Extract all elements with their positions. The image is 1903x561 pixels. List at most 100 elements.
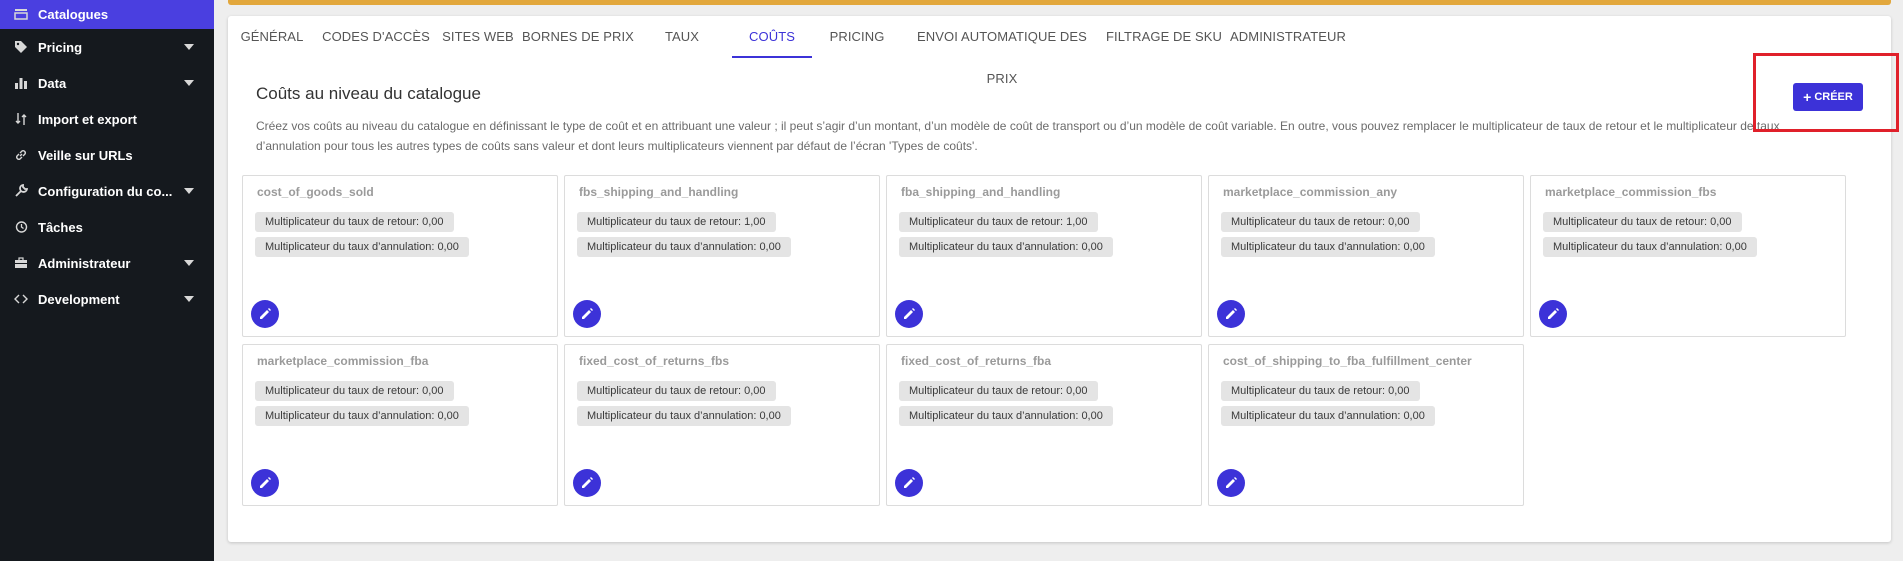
cancel-rate-chip: Multiplicateur du taux d’annulation: 0,0… xyxy=(1543,237,1757,257)
cost-card-title: cost_of_goods_sold xyxy=(257,185,374,199)
cost-card-title: cost_of_shipping_to_fba_fulfillment_cent… xyxy=(1223,354,1472,368)
chevron-down-icon xyxy=(184,260,194,266)
sidebar-item-import-export[interactable]: Import et export xyxy=(0,101,214,137)
return-rate-chip: Multiplicateur du taux de retour: 1,00 xyxy=(899,212,1098,232)
pencil-icon xyxy=(1548,308,1559,319)
section-title: Coûts au niveau du catalogue xyxy=(256,84,481,103)
cancel-rate-chip: Multiplicateur du taux d’annulation: 0,0… xyxy=(1221,406,1435,426)
cost-card-title: marketplace_commission_fba xyxy=(257,354,429,368)
sidebar-item-data[interactable]: Data xyxy=(0,65,214,101)
sidebar-item-label: Catalogues xyxy=(38,6,109,22)
sidebar-item-catalogues[interactable]: Catalogues xyxy=(0,0,214,29)
wrench-icon xyxy=(14,184,28,198)
return-rate-chip: Multiplicateur du taux de retour: 0,00 xyxy=(1221,381,1420,401)
main-card: GÉNÉRAL CODES D'ACCÈS SITES WEB BORNES D… xyxy=(228,16,1899,542)
edit-button[interactable] xyxy=(573,469,601,497)
cost-card-title: fba_shipping_and_handling xyxy=(901,185,1061,199)
tab-general[interactable]: GÉNÉRAL xyxy=(228,16,316,58)
cost-card-title: fbs_shipping_and_handling xyxy=(579,185,739,199)
sidebar-item-label: Tâches xyxy=(38,219,83,235)
edit-button[interactable] xyxy=(1217,469,1245,497)
tab-taux[interactable]: TAUX xyxy=(636,16,728,58)
tab-bornes-de-prix[interactable]: BORNES DE PRIX xyxy=(520,16,636,58)
tab-couts[interactable]: COÛTS xyxy=(732,16,812,58)
pencil-icon xyxy=(582,477,593,488)
sidebar-item-taches[interactable]: Tâches xyxy=(0,209,214,245)
cost-card: cost_of_goods_sold Multiplicateur du tau… xyxy=(242,175,558,337)
active-tab-indicator xyxy=(732,56,812,58)
sidebar-item-label: Development xyxy=(38,291,120,307)
sidebar-item-configuration[interactable]: Configuration du co... xyxy=(0,173,214,209)
edit-button[interactable] xyxy=(895,300,923,328)
sidebar-item-label: Configuration du co... xyxy=(38,183,173,199)
tab-pricing[interactable]: PRICING xyxy=(812,16,902,58)
tab-administrateur[interactable]: ADMINISTRATEUR xyxy=(1226,16,1350,58)
top-accent-strip xyxy=(228,0,1891,5)
cost-card: marketplace_commission_fbs Multiplicateu… xyxy=(1530,175,1846,337)
sidebar-item-administrateur[interactable]: Administrateur xyxy=(0,245,214,281)
catalog-icon xyxy=(14,7,28,21)
tab-sites-web[interactable]: SITES WEB xyxy=(436,16,520,58)
cost-card: marketplace_commission_any Multiplicateu… xyxy=(1208,175,1524,337)
cost-card: fba_shipping_and_handling Multiplicateur… xyxy=(886,175,1202,337)
sidebar-item-development[interactable]: Development xyxy=(0,281,214,317)
link-icon xyxy=(14,148,28,162)
pencil-icon xyxy=(582,308,593,319)
edit-button[interactable] xyxy=(1539,300,1567,328)
sidebar-item-label: Data xyxy=(38,75,67,91)
tab-filtrage-sku[interactable]: FILTRAGE DE SKU xyxy=(1102,16,1226,58)
cancel-rate-chip: Multiplicateur du taux d’annulation: 0,0… xyxy=(899,406,1113,426)
cancel-rate-chip: Multiplicateur du taux d’annulation: 0,0… xyxy=(577,406,791,426)
cancel-rate-chip: Multiplicateur du taux d’annulation: 0,0… xyxy=(899,237,1113,257)
tab-envoi-automatique[interactable]: ENVOI AUTOMATIQUE DES PRIX xyxy=(902,16,1102,86)
cost-card-title: marketplace_commission_fbs xyxy=(1545,185,1717,199)
edit-button[interactable] xyxy=(573,300,601,328)
edit-button[interactable] xyxy=(251,300,279,328)
toolbox-icon xyxy=(14,256,28,270)
cost-card: fixed_cost_of_returns_fbs Multiplicateur… xyxy=(564,344,880,506)
cancel-rate-chip: Multiplicateur du taux d’annulation: 0,0… xyxy=(1221,237,1435,257)
edit-button[interactable] xyxy=(251,469,279,497)
tab-codes-acces[interactable]: CODES D'ACCÈS xyxy=(316,16,436,58)
chevron-down-icon xyxy=(184,44,194,50)
bar-chart-icon xyxy=(14,76,28,90)
sidebar-item-label: Administrateur xyxy=(38,255,131,271)
chevron-down-icon xyxy=(184,296,194,302)
history-icon xyxy=(14,220,28,234)
cost-card: fbs_shipping_and_handling Multiplicateur… xyxy=(564,175,880,337)
edit-button[interactable] xyxy=(895,469,923,497)
cost-card: cost_of_shipping_to_fba_fulfillment_cent… xyxy=(1208,344,1524,506)
edit-button[interactable] xyxy=(1217,300,1245,328)
pencil-icon xyxy=(1226,308,1237,319)
sidebar-item-label: Veille sur URLs xyxy=(38,147,133,163)
sidebar-item-label: Pricing xyxy=(38,39,83,55)
pencil-icon xyxy=(904,477,915,488)
return-rate-chip: Multiplicateur du taux de retour: 0,00 xyxy=(255,381,454,401)
pencil-icon xyxy=(260,477,271,488)
chevron-down-icon xyxy=(184,188,194,194)
return-rate-chip: Multiplicateur du taux de retour: 0,00 xyxy=(899,381,1098,401)
return-rate-chip: Multiplicateur du taux de retour: 0,00 xyxy=(577,381,776,401)
cost-card-title: marketplace_commission_any xyxy=(1223,185,1398,199)
return-rate-chip: Multiplicateur du taux de retour: 0,00 xyxy=(255,212,454,232)
import-export-icon xyxy=(14,112,28,126)
cancel-rate-chip: Multiplicateur du taux d’annulation: 0,0… xyxy=(255,237,469,257)
cost-card-title: fixed_cost_of_returns_fba xyxy=(901,354,1052,368)
cost-card-title: fixed_cost_of_returns_fbs xyxy=(579,354,730,368)
cost-card: fixed_cost_of_returns_fba Multiplicateur… xyxy=(886,344,1202,506)
cancel-rate-chip: Multiplicateur du taux d’annulation: 0,0… xyxy=(577,237,791,257)
pencil-icon xyxy=(1226,477,1237,488)
return-rate-chip: Multiplicateur du taux de retour: 0,00 xyxy=(1221,212,1420,232)
highlight-box xyxy=(1753,53,1899,132)
chevron-down-icon xyxy=(184,80,194,86)
section-description: Créez vos coûts au niveau du catalogue e… xyxy=(256,119,1780,153)
tag-icon xyxy=(14,40,28,54)
sidebar-item-label: Import et export xyxy=(38,111,137,127)
return-rate-chip: Multiplicateur du taux de retour: 0,00 xyxy=(1543,212,1742,232)
return-rate-chip: Multiplicateur du taux de retour: 1,00 xyxy=(577,212,776,232)
sidebar-item-veille[interactable]: Veille sur URLs xyxy=(0,137,214,173)
code-icon xyxy=(14,292,28,306)
cancel-rate-chip: Multiplicateur du taux d’annulation: 0,0… xyxy=(255,406,469,426)
sidebar-item-pricing[interactable]: Pricing xyxy=(0,29,214,65)
pencil-icon xyxy=(904,308,915,319)
